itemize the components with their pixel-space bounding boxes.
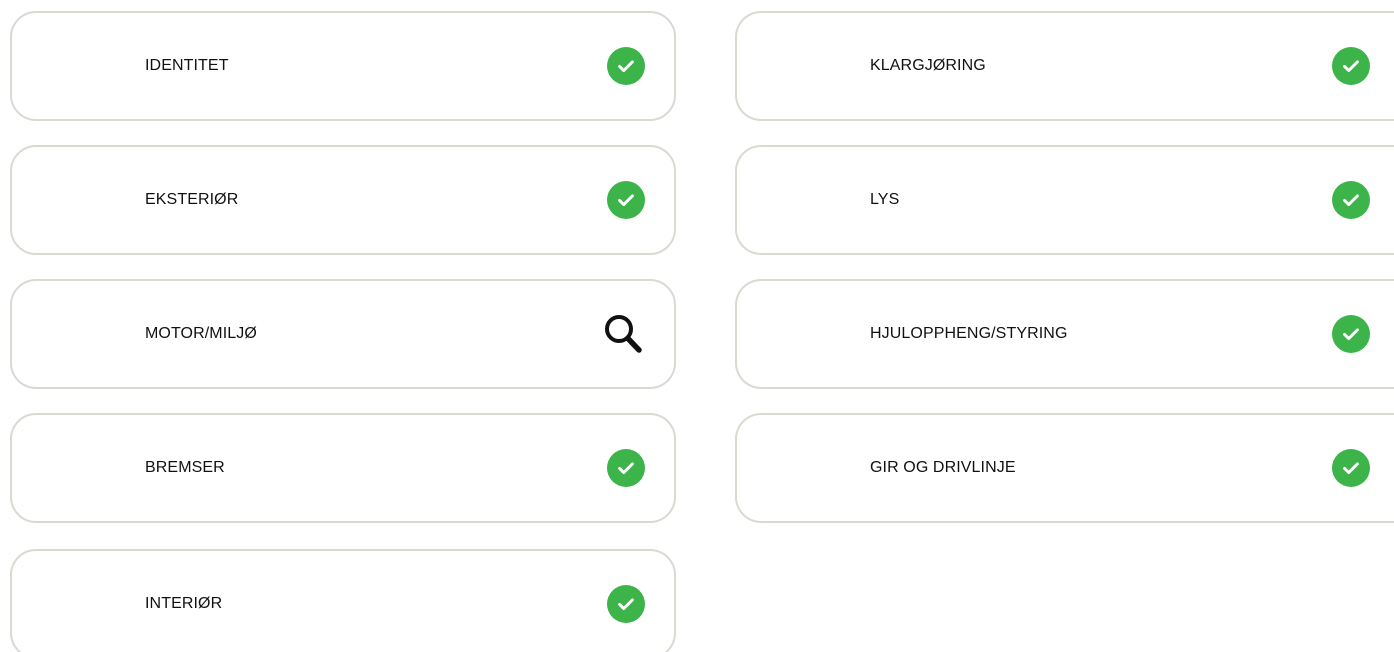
category-card-motor-miljo[interactable]: MOTOR/MILJØ bbox=[10, 279, 676, 389]
check-circle-icon bbox=[607, 449, 645, 487]
check-circle-icon bbox=[1332, 315, 1370, 353]
category-card-bremser[interactable]: BREMSER bbox=[10, 413, 676, 523]
category-card-identitet[interactable]: IDENTITET bbox=[10, 11, 676, 121]
category-card-eksterior[interactable]: EKSTERIØR bbox=[10, 145, 676, 255]
category-card-interior[interactable]: INTERIØR bbox=[10, 549, 676, 652]
check-circle-icon bbox=[607, 181, 645, 219]
category-card-hjuloppheng-styring[interactable]: HJULOPPHENG/STYRING bbox=[735, 279, 1394, 389]
category-card-lys[interactable]: LYS bbox=[735, 145, 1394, 255]
magnifier-icon bbox=[602, 313, 644, 355]
category-label: INTERIØR bbox=[145, 595, 223, 612]
check-circle-icon bbox=[1332, 47, 1370, 85]
check-circle-icon bbox=[1332, 449, 1370, 487]
category-label: EKSTERIØR bbox=[145, 191, 239, 208]
check-circle-icon bbox=[607, 585, 645, 623]
check-circle-icon bbox=[607, 47, 645, 85]
category-label: MOTOR/MILJØ bbox=[145, 325, 257, 342]
category-label: GIR OG DRIVLINJE bbox=[870, 459, 1016, 476]
category-card-klargjoring[interactable]: KLARGJØRING bbox=[735, 11, 1394, 121]
category-card-gir-og-drivlinje[interactable]: GIR OG DRIVLINJE bbox=[735, 413, 1394, 523]
check-circle-icon bbox=[1332, 181, 1370, 219]
category-label: HJULOPPHENG/STYRING bbox=[870, 325, 1068, 342]
category-label: BREMSER bbox=[145, 459, 225, 476]
category-label: IDENTITET bbox=[145, 57, 229, 74]
category-label: KLARGJØRING bbox=[870, 57, 986, 74]
category-label: LYS bbox=[870, 191, 900, 208]
